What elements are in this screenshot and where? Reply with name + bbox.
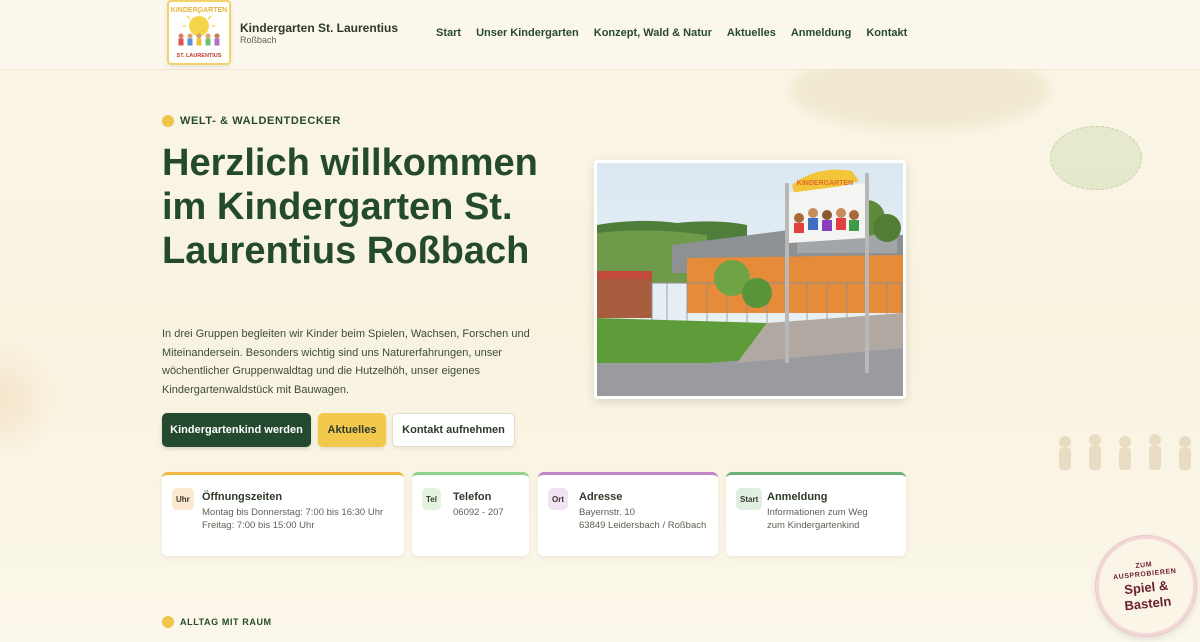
card-line: 63849 Leidersbach / Roßbach: [579, 520, 707, 531]
card-title: Adresse: [579, 491, 623, 503]
section-eyebrow-label: ALLTAG MIT RAUM: [180, 617, 272, 627]
card-title: Telefon: [453, 491, 492, 503]
phone-tag-icon: Tel: [422, 488, 441, 510]
nav-aktuelles[interactable]: Aktuelles: [727, 27, 776, 39]
logo-illustration: KINDERGARTEN ST. LAURENTIUS: [171, 7, 227, 59]
card-title: Öffnungszeiten: [202, 491, 283, 503]
card-line: Freitag: 7:00 bis 15:00 Uhr: [202, 520, 315, 531]
nav-anmeldung[interactable]: Anmeldung: [791, 27, 852, 39]
card-line: 06092 - 207: [453, 507, 504, 518]
main-navigation: Start Unser Kindergarten Konzept, Wald &…: [436, 27, 907, 39]
brand-name[interactable]: Kindergarten St. Laurentius: [240, 21, 398, 35]
nav-konzept[interactable]: Konzept, Wald & Natur: [594, 27, 712, 39]
info-card-opening-hours: Uhr Öffnungszeiten Montag bis Donnerstag…: [162, 472, 404, 556]
svg-text:KINDERGARTEN: KINDERGARTEN: [171, 7, 227, 14]
brand-subtitle: Roßbach: [240, 35, 277, 45]
background-blob: [1050, 126, 1142, 190]
hero-eyebrow-label: WELT- & WALDENTDECKER: [180, 115, 341, 127]
location-tag-icon: Ort: [548, 488, 568, 510]
register-child-button[interactable]: Kindergartenkind werden: [162, 413, 311, 447]
hero-description: In drei Gruppen begleiten wir Kinder bei…: [162, 328, 530, 396]
nav-kontakt[interactable]: Kontakt: [866, 27, 907, 39]
news-button[interactable]: Aktuelles: [318, 413, 386, 447]
clock-tag-icon: Uhr: [172, 488, 194, 510]
kindergarten-logo[interactable]: KINDERGARTEN ST. LAURENTIUS: [167, 0, 231, 65]
yellow-dot-icon: [162, 115, 174, 127]
badge-title: Basteln: [1123, 593, 1172, 614]
hero-title: Herzlich willkommen im Kindergarten St. …: [162, 142, 538, 272]
card-line: Montag bis Donnerstag: 7:00 bis 16:30 Uh…: [202, 507, 384, 518]
info-card-address: Ort Adresse Bayernstr. 10 63849 Leidersb…: [538, 472, 718, 556]
kindergarten-building-image: KINDERGARTEN: [597, 163, 903, 396]
card-title: Anmeldung: [767, 491, 828, 503]
card-line: zum Kindergartenkind: [767, 520, 860, 531]
info-card-phone[interactable]: Tel Telefon 06092 - 207: [412, 472, 529, 556]
card-line: Bayernstr. 10: [579, 507, 635, 518]
start-tag-icon: Start: [736, 488, 763, 510]
svg-text:ST. LAURENTIUS: ST. LAURENTIUS: [177, 53, 222, 59]
background-blob: [0, 340, 60, 460]
play-craft-badge[interactable]: ZUM AUSPROBIEREN Spiel & Basteln: [1091, 531, 1200, 641]
site-header: KINDERGARTEN ST. LAURENTIUS Kindergarten…: [0, 0, 1200, 70]
contact-button[interactable]: Kontakt aufnehmen: [392, 413, 515, 447]
info-card-registration[interactable]: Start Anmeldung Informationen zum Weg zu…: [726, 472, 906, 556]
yellow-dot-icon: [162, 616, 174, 628]
nav-start[interactable]: Start: [436, 27, 461, 39]
kindergarten-photo: KINDERGARTEN: [594, 160, 906, 399]
hero-eyebrow: WELT- & WALDENTDECKER: [162, 115, 341, 127]
section-eyebrow: ALLTAG MIT RAUM: [162, 616, 272, 628]
background-kids-illustration: [1059, 434, 1191, 470]
card-line: Informationen zum Weg: [767, 507, 868, 518]
nav-unser-kindergarten[interactable]: Unser Kindergarten: [476, 27, 579, 39]
